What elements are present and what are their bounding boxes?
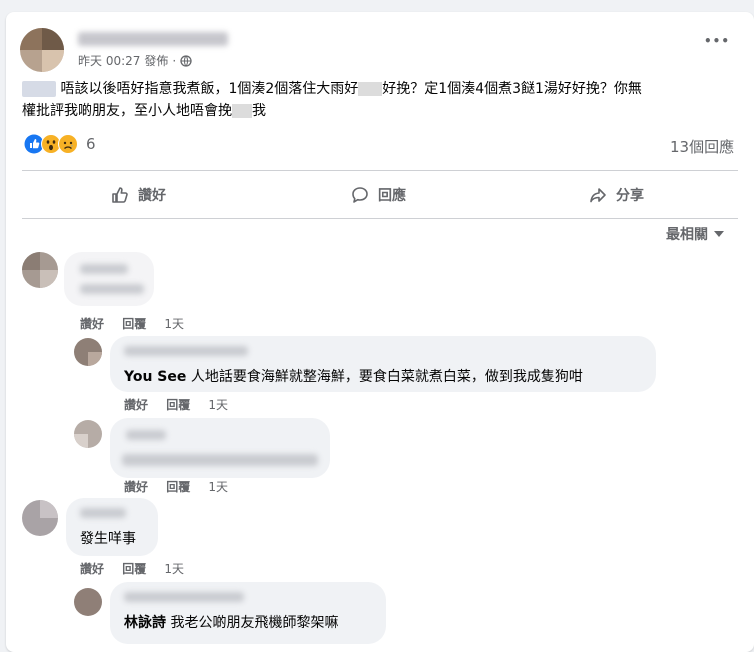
commenter-avatar[interactable] [74, 420, 102, 448]
sort-label: 最相關 [666, 227, 708, 243]
author-avatar[interactable] [20, 28, 64, 72]
thumbs-up-icon [112, 187, 128, 203]
commenter-avatar[interactable] [74, 338, 102, 366]
comment-button[interactable]: 回應 [350, 177, 406, 213]
commenter-name-redacted [124, 592, 244, 602]
comment-time: 1天 [208, 480, 229, 494]
reactions-summary[interactable]: 6 [24, 134, 96, 154]
comment-reply-link[interactable]: 回覆 [122, 317, 146, 331]
comment-text: 發生咩事 [80, 531, 136, 547]
comment-bubble [110, 418, 330, 478]
comment-like-link[interactable]: 讚好 [80, 317, 104, 331]
reaction-count: 6 [86, 135, 96, 153]
divider [22, 218, 738, 219]
author-name-redacted[interactable] [78, 32, 228, 46]
comment-like-link[interactable]: 讚好 [80, 562, 104, 576]
comment-actions: 讚好 回覆 1天 [80, 315, 198, 332]
post-timestamp[interactable]: 昨天 00:27 [78, 52, 140, 69]
comment-bubble: 發生咩事 [66, 498, 158, 556]
comment-time: 1天 [164, 562, 185, 576]
share-label: 分享 [616, 188, 644, 204]
comment-like-link[interactable]: 讚好 [124, 398, 148, 412]
meta-separator: · [172, 53, 177, 68]
sad-reaction-icon [58, 134, 78, 154]
comment-text: 我老公啲朋友飛機師黎架嘛 [170, 615, 339, 631]
comment-like-link[interactable]: 讚好 [124, 480, 148, 494]
comment-count[interactable]: 13個回應 [670, 136, 734, 157]
commenter-name-redacted [80, 508, 126, 518]
comment-actions: 讚好 回覆 1天 [124, 478, 242, 495]
comment-time: 1天 [164, 317, 185, 331]
redacted-mention [22, 81, 56, 97]
share-button[interactable]: 分享 [588, 177, 644, 213]
redacted-word [232, 104, 252, 118]
comment-text: 人地話要食海鮮就整海鮮，要食白菜就煮白菜，做到我成隻狗咁 [190, 369, 583, 385]
like-label: 讚好 [138, 188, 166, 204]
commenter-name[interactable]: You See [124, 369, 186, 385]
divider [22, 170, 738, 171]
comment-actions: 讚好 回覆 1天 [124, 396, 242, 413]
commenter-name[interactable]: 林詠詩 [124, 615, 166, 631]
commenter-avatar[interactable] [22, 500, 58, 536]
post-text: 唔該以後唔好指意我煮飯，1個湊2個落住大雨好 好挽？定1個湊4個煮3餸1湯好好挽？… [22, 81, 642, 119]
comment-sort-dropdown[interactable]: 最相關 [666, 224, 724, 244]
post-meta: 昨天 00:27 發佈 · [78, 52, 192, 69]
privacy-icon[interactable] [180, 54, 192, 67]
share-arrow-icon [590, 188, 606, 203]
comment-bubble: You See 人地話要食海鮮就整海鮮，要食白菜就煮白菜，做到我成隻狗咁 [110, 336, 656, 392]
more-options-button[interactable]: ••• [704, 34, 730, 48]
comment-bubble [64, 252, 154, 306]
commenter-avatar[interactable] [22, 252, 58, 288]
post-status: 發佈 [144, 54, 169, 68]
like-button[interactable]: 讚好 [110, 177, 166, 213]
post-card: 昨天 00:27 發佈 · ••• 唔該以後唔好指意我煮飯，1個湊2個落住大雨好… [6, 12, 754, 652]
commenter-avatar[interactable] [74, 588, 102, 616]
comment-bubble-icon [352, 187, 368, 203]
comment-reply-link[interactable]: 回覆 [166, 480, 190, 494]
redacted-word [358, 82, 383, 96]
comment-reply-link[interactable]: 回覆 [166, 398, 190, 412]
comment-reply-link[interactable]: 回覆 [122, 562, 146, 576]
caret-down-icon [714, 230, 724, 238]
commenter-name-redacted [124, 346, 248, 356]
comment-actions: 讚好 回覆 1天 [80, 560, 198, 577]
comment-label: 回應 [378, 188, 406, 204]
comment-time: 1天 [208, 398, 229, 412]
